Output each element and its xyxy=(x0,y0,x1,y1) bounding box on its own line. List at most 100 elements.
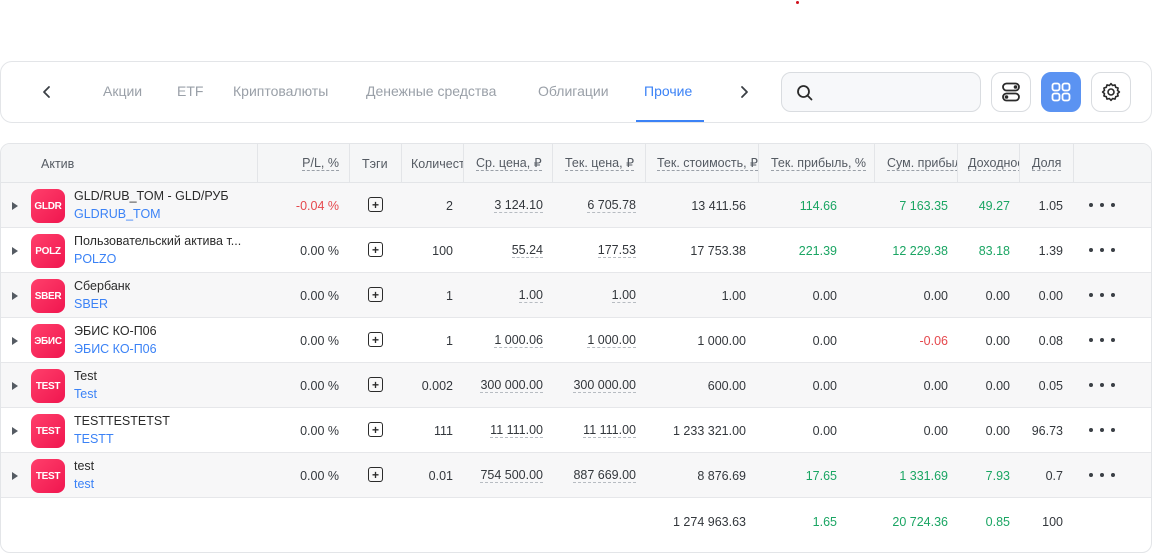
table-row[interactable]: TEST Test Test 0.00 % +0.002 300 000.00 300 00… xyxy=(1,363,1151,408)
asset-ticker-link[interactable]: GLDRUB_TOM xyxy=(74,207,161,221)
col-cur-value-label: Тек. стоимость, ₽ xyxy=(657,156,758,171)
avg-price-value[interactable]: 300 000.00 xyxy=(480,378,543,393)
share-value: 1.39 xyxy=(1038,243,1063,258)
asset-ticker-link[interactable]: TESTT xyxy=(74,432,114,446)
more-dots-icon xyxy=(1089,473,1093,477)
plus-icon: + xyxy=(371,422,379,437)
col-tags[interactable]: Тэги xyxy=(349,144,401,183)
add-tag-button[interactable]: + xyxy=(368,242,383,257)
add-tag-button[interactable]: + xyxy=(368,332,383,347)
avg-price-value[interactable]: 754 500.00 xyxy=(480,468,543,483)
row-actions-button[interactable] xyxy=(1089,331,1115,349)
row-actions-button[interactable] xyxy=(1089,421,1115,439)
cur-price-value[interactable]: 6 705.78 xyxy=(587,198,636,213)
asset-ticker-link[interactable]: SBER xyxy=(74,297,108,311)
row-actions-button[interactable] xyxy=(1089,196,1115,214)
cur-price-value[interactable]: 1 000.00 xyxy=(587,333,636,348)
tabs-scroll-left-button[interactable] xyxy=(35,80,59,104)
col-share-label: Доля xyxy=(1032,156,1062,171)
col-cur-value[interactable]: Тек. стоимость, ₽ xyxy=(645,144,758,183)
total-cur-profit: 1.65 xyxy=(812,514,837,529)
col-cur-price[interactable]: Тек. цена, ₽ xyxy=(552,144,645,183)
expand-row-button[interactable] xyxy=(9,363,21,408)
col-sum-profit[interactable]: Сум. прибыль xyxy=(874,144,957,183)
col-asset[interactable]: Актив xyxy=(1,144,257,183)
cur-profit-value: 0.00 xyxy=(812,288,837,303)
expand-row-button[interactable] xyxy=(9,228,21,273)
cur-profit-value: 221.39 xyxy=(798,243,837,258)
search-box xyxy=(781,72,981,112)
more-dots-icon xyxy=(1089,428,1093,432)
row-actions-button[interactable] xyxy=(1089,241,1115,259)
view-settings-toggle-button[interactable] xyxy=(991,72,1031,112)
avg-price-value[interactable]: 1 000.06 xyxy=(494,333,543,348)
add-tag-button[interactable]: + xyxy=(368,197,383,212)
pl-value: 0.00 % xyxy=(300,333,339,348)
cur-value: 17 753.38 xyxy=(690,243,746,258)
table-row[interactable]: TEST TESTTESTETST TESTT 0.00 % +111 11 111.00… xyxy=(1,408,1151,453)
expand-row-button[interactable] xyxy=(9,453,21,498)
asset-ticker-link[interactable]: Test xyxy=(74,387,97,401)
cur-price-value[interactable]: 11 111.00 xyxy=(583,423,636,438)
tab-crypto[interactable]: Криптовалюты xyxy=(233,83,328,99)
asset-ticker-link[interactable]: test xyxy=(74,477,94,491)
cur-price-value[interactable]: 887 669.00 xyxy=(573,468,636,483)
table-row[interactable]: TEST test test 0.00 % +0.01 754 500.00 887 669… xyxy=(1,453,1151,498)
col-avg-price[interactable]: Ср. цена, ₽ xyxy=(463,144,552,183)
expand-row-button[interactable] xyxy=(9,318,21,363)
avg-price-value[interactable]: 55.24 xyxy=(511,243,543,258)
cur-profit-value: 114.66 xyxy=(799,198,837,213)
col-yield[interactable]: Доходность xyxy=(957,144,1019,183)
row-actions-button[interactable] xyxy=(1089,466,1115,484)
tab-stocks[interactable]: Акции xyxy=(103,83,142,99)
table-row[interactable]: GLDR GLD/RUB_TOM - GLD/РУБ GLDRUB_TOM -0.04… xyxy=(1,183,1151,228)
add-tag-button[interactable]: + xyxy=(368,467,383,482)
avg-price-value[interactable]: 11 111.00 xyxy=(490,423,543,438)
asset-ticker-link[interactable]: ЭБИС КО-П06 xyxy=(74,342,157,356)
expand-row-button[interactable] xyxy=(9,408,21,453)
pl-value: -0.04 % xyxy=(295,198,339,213)
table-row[interactable]: ЭБИС ЭБИС КО-П06 ЭБИС КО-П06 0.00 % +1 1 000.… xyxy=(1,318,1151,363)
asset-ticker-link[interactable]: POLZO xyxy=(74,252,116,266)
plus-icon: + xyxy=(371,287,379,302)
tabs-scroll-right-button[interactable] xyxy=(732,80,756,104)
plus-icon: + xyxy=(371,467,379,482)
tab-cash[interactable]: Денежные средства xyxy=(366,83,496,99)
chevron-left-icon xyxy=(43,86,50,98)
tab-other[interactable]: Прочие xyxy=(644,83,692,99)
chevron-right-icon xyxy=(741,86,748,98)
add-tag-button[interactable]: + xyxy=(368,422,383,437)
avg-price-value[interactable]: 3 124.10 xyxy=(494,198,543,213)
plus-icon: + xyxy=(371,197,379,212)
cur-price-value[interactable]: 1.00 xyxy=(611,288,636,303)
cur-price-value[interactable]: 300 000.00 xyxy=(573,378,636,393)
cur-value: 1.00 xyxy=(721,288,746,303)
table-row[interactable]: POLZ Пользовательский актива т... POLZO 0.0… xyxy=(1,228,1151,273)
search-input[interactable] xyxy=(822,81,972,105)
search-icon xyxy=(797,85,813,101)
table-row[interactable]: SBER Сбербанк SBER 0.00 % +1 1.00 1.00 1.00 0.00… xyxy=(1,273,1151,318)
row-actions-button[interactable] xyxy=(1089,376,1115,394)
tab-etf[interactable]: ETF xyxy=(177,83,203,99)
qty-value: 1 xyxy=(446,333,453,348)
col-pl[interactable]: P/L, % xyxy=(257,144,349,183)
add-tag-button[interactable]: + xyxy=(368,287,383,302)
row-actions-button[interactable] xyxy=(1089,286,1115,304)
col-cur-profit[interactable]: Тек. прибыль, % xyxy=(758,144,874,183)
grid-view-button[interactable] xyxy=(1041,72,1081,112)
share-value: 0.7 xyxy=(1045,468,1063,483)
add-tag-button[interactable]: + xyxy=(368,377,383,392)
cur-price-value[interactable]: 177.53 xyxy=(597,243,636,258)
cur-profit-value: 0.00 xyxy=(812,423,837,438)
asset-logo: TEST xyxy=(31,414,65,448)
settings-button[interactable] xyxy=(1091,72,1131,112)
col-qty[interactable]: Количество xyxy=(401,144,463,183)
expand-row-button[interactable] xyxy=(9,183,21,228)
col-sum-profit-label: Сум. прибыль xyxy=(887,156,957,171)
avg-price-value[interactable]: 1.00 xyxy=(518,288,543,303)
expand-row-button[interactable] xyxy=(9,273,21,318)
col-asset-label: Актив xyxy=(41,156,75,171)
col-share[interactable]: Доля xyxy=(1019,144,1073,183)
tab-bonds[interactable]: Облигации xyxy=(538,83,609,99)
pl-value: 0.00 % xyxy=(300,468,339,483)
